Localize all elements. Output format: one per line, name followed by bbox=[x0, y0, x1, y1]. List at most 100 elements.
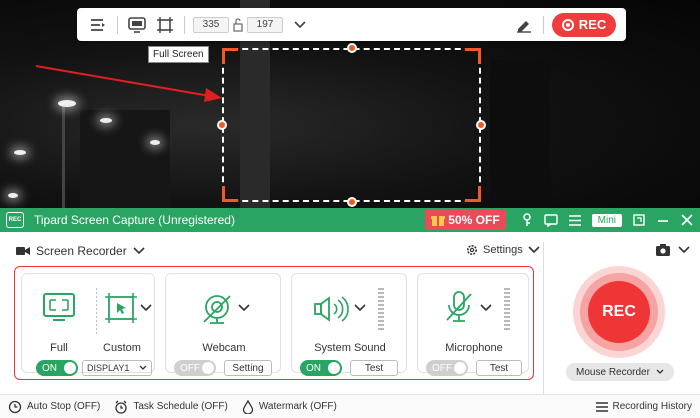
task-schedule-label: Task Schedule (OFF) bbox=[133, 401, 228, 412]
promo-badge[interactable]: 50% OFF bbox=[425, 210, 506, 230]
list-menu-icon[interactable] bbox=[87, 14, 109, 36]
height-input[interactable]: 197 bbox=[247, 16, 283, 33]
recording-history-button[interactable]: Recording History bbox=[595, 401, 692, 413]
chevron-down-icon[interactable] bbox=[289, 14, 311, 36]
system-sound-level-meter bbox=[378, 288, 384, 330]
display-select[interactable]: DISPLAY1 bbox=[82, 360, 152, 376]
edge-handle-left[interactable] bbox=[217, 120, 227, 130]
gift-icon bbox=[431, 216, 446, 226]
microphone-level-meter bbox=[504, 288, 510, 330]
corner-handle-top-left[interactable] bbox=[222, 48, 238, 64]
custom-label: Custom bbox=[103, 342, 141, 354]
close-icon[interactable] bbox=[680, 213, 694, 227]
auto-stop-button[interactable]: Auto Stop (OFF) bbox=[8, 400, 100, 414]
chevron-down-icon bbox=[139, 365, 147, 370]
auto-stop-label: Auto Stop (OFF) bbox=[27, 401, 101, 412]
corner-handle-bottom-right[interactable] bbox=[465, 186, 481, 202]
recorder-mode-selector[interactable]: Screen Recorder bbox=[16, 244, 145, 258]
minimize-icon[interactable] bbox=[656, 213, 670, 227]
pin-icon[interactable] bbox=[632, 213, 646, 227]
gear-icon bbox=[467, 245, 477, 255]
system-sound-test-button[interactable]: Test bbox=[350, 360, 398, 376]
chevron-down-icon[interactable] bbox=[238, 304, 250, 312]
toolbar-divider bbox=[117, 15, 118, 34]
corner-handle-bottom-left[interactable] bbox=[222, 186, 238, 202]
webcam-disabled-icon[interactable] bbox=[200, 292, 234, 326]
full-screen-tooltip: Full Screen bbox=[148, 46, 209, 63]
capture-toolbar: 335 197 REC bbox=[77, 8, 626, 41]
webcam-card: Webcam OFF Setting bbox=[165, 273, 281, 376]
toolbar-divider bbox=[543, 15, 544, 34]
full-screen-mode-icon[interactable] bbox=[42, 292, 76, 322]
display-select-value: DISPLAY1 bbox=[87, 363, 130, 373]
webcam-toggle[interactable]: OFF bbox=[174, 360, 216, 376]
edge-handle-top[interactable] bbox=[347, 43, 357, 53]
main-window: REC Tipard Screen Capture (Unregistered)… bbox=[0, 208, 700, 418]
recording-history-label: Recording History bbox=[612, 401, 692, 412]
panel-divider bbox=[543, 242, 544, 412]
mini-mode-button[interactable]: Mini bbox=[591, 213, 622, 227]
rec-button-halo: REC bbox=[573, 266, 665, 358]
watermark-button[interactable]: Watermark (OFF) bbox=[242, 399, 337, 414]
webcam-setting-button[interactable]: Setting bbox=[224, 360, 272, 376]
toolbar-divider bbox=[184, 15, 185, 34]
system-sound-toggle[interactable]: ON bbox=[300, 360, 342, 376]
full-screen-icon[interactable] bbox=[126, 14, 148, 36]
task-schedule-button[interactable]: Task Schedule (OFF) bbox=[114, 400, 228, 414]
video-camera-icon bbox=[16, 247, 30, 255]
lock-aspect-icon[interactable] bbox=[229, 14, 247, 36]
chat-icon[interactable] bbox=[543, 213, 558, 227]
mouse-recorder-label: Mouse Recorder bbox=[576, 366, 650, 378]
clock-icon bbox=[8, 400, 22, 413]
chevron-down-icon[interactable] bbox=[140, 304, 152, 312]
chevron-down-icon bbox=[133, 247, 145, 255]
rec-button-ring: REC bbox=[580, 273, 658, 351]
chevron-down-icon bbox=[528, 246, 540, 254]
settings-label: Settings bbox=[483, 244, 523, 256]
alarm-clock-icon bbox=[115, 400, 128, 414]
display-toggle[interactable]: ON bbox=[36, 360, 78, 376]
app-title: Tipard Screen Capture (Unregistered) bbox=[34, 213, 235, 227]
app-logo-icon: REC bbox=[6, 212, 24, 228]
system-sound-label: System Sound bbox=[314, 342, 386, 354]
display-divider bbox=[96, 288, 97, 336]
microphone-toggle[interactable]: OFF bbox=[426, 360, 468, 376]
webcam-label: Webcam bbox=[202, 342, 246, 354]
edge-handle-bottom[interactable] bbox=[347, 197, 357, 207]
corner-handle-top-right[interactable] bbox=[465, 48, 481, 64]
microphone-label: Microphone bbox=[445, 342, 503, 354]
water-drop-icon bbox=[242, 399, 253, 414]
mouse-recorder-dropdown[interactable]: Mouse Recorder bbox=[566, 363, 674, 381]
chevron-down-icon bbox=[656, 369, 664, 374]
key-icon[interactable] bbox=[520, 213, 534, 227]
title-bar: REC Tipard Screen Capture (Unregistered)… bbox=[0, 208, 700, 232]
microphone-test-button[interactable]: Test bbox=[476, 360, 522, 376]
promo-text: 50% OFF bbox=[448, 213, 500, 227]
edit-pen-icon[interactable] bbox=[513, 14, 535, 36]
speaker-icon[interactable] bbox=[314, 296, 350, 322]
custom-region-icon[interactable] bbox=[104, 292, 140, 324]
chevron-down-icon[interactable] bbox=[354, 304, 366, 312]
edge-handle-right[interactable] bbox=[476, 120, 486, 130]
capture-region-frame[interactable] bbox=[217, 43, 486, 207]
settings-button[interactable]: Settings bbox=[466, 244, 540, 256]
camera-snapshot-icon[interactable] bbox=[656, 244, 670, 256]
width-input[interactable]: 335 bbox=[193, 16, 229, 33]
red-arrow-annotation bbox=[35, 65, 222, 102]
toolbar-rec-button[interactable]: REC bbox=[552, 12, 616, 37]
record-dot-icon bbox=[561, 18, 574, 31]
microphone-card: Microphone OFF Test bbox=[417, 273, 529, 376]
chevron-down-icon[interactable] bbox=[480, 304, 492, 312]
microphone-disabled-icon[interactable] bbox=[444, 290, 474, 324]
recorder-mode-label: Screen Recorder bbox=[36, 244, 127, 258]
source-panels: Full Custom ON DISPLAY1 Webcam OFF Setti… bbox=[14, 266, 534, 380]
display-card: Full Custom ON DISPLAY1 bbox=[21, 273, 155, 376]
chevron-down-icon[interactable] bbox=[678, 246, 690, 254]
full-label: Full bbox=[50, 342, 68, 354]
rec-button[interactable]: REC bbox=[588, 281, 650, 343]
region-select-icon[interactable] bbox=[154, 14, 176, 36]
menu-icon[interactable] bbox=[568, 213, 582, 227]
watermark-label: Watermark (OFF) bbox=[258, 401, 337, 412]
toolbar-rec-label: REC bbox=[578, 17, 607, 32]
status-bar: Auto Stop (OFF) Task Schedule (OFF) Wate… bbox=[0, 394, 700, 418]
